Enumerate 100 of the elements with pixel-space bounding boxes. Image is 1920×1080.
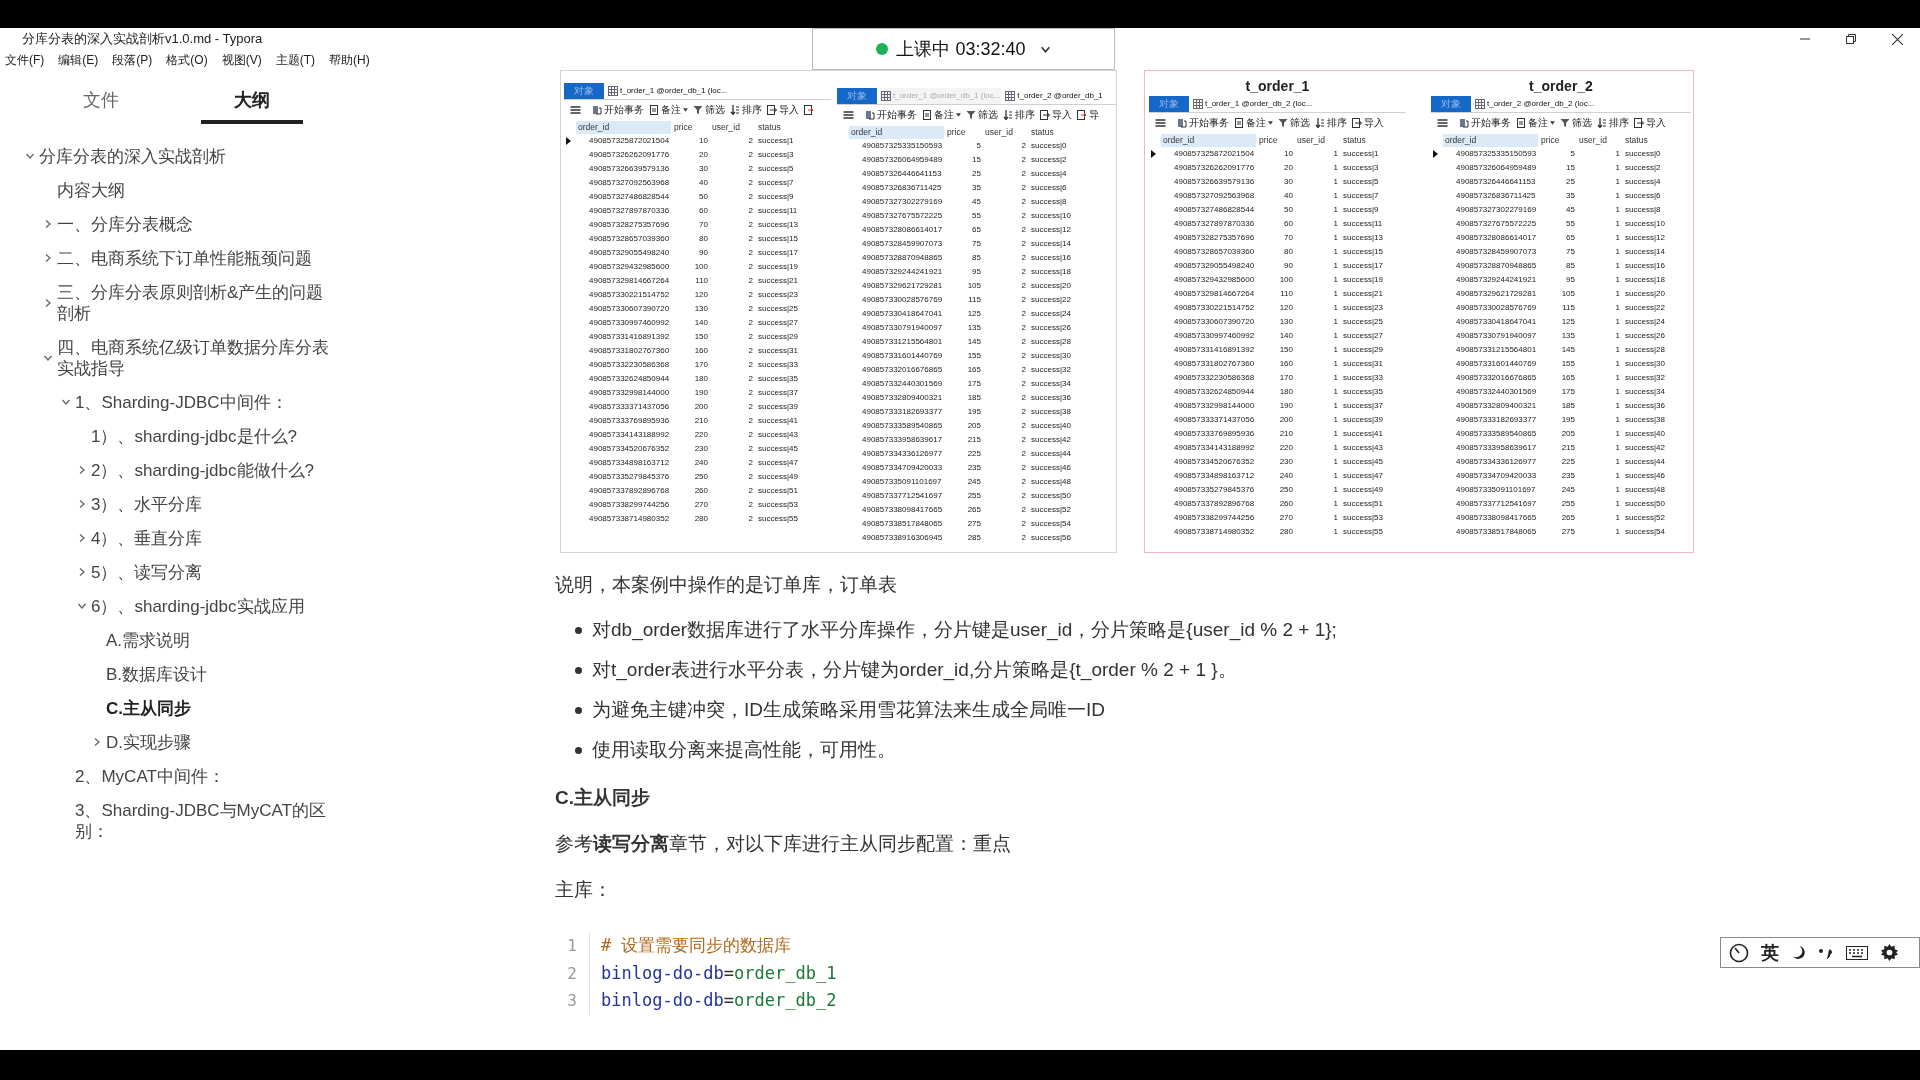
table-cell-text: success|53 <box>1342 513 1383 523</box>
sidebar-tab[interactable]: 大纲 <box>233 88 270 112</box>
chevron-right-icon[interactable] <box>77 533 87 543</box>
outline-item[interactable]: B.数据库设计 <box>106 663 208 685</box>
sidebar-tab[interactable]: 文件 <box>82 88 119 112</box>
gauge-icon[interactable] <box>1729 942 1749 963</box>
table-tab[interactable]: t_order_2 @order_db_2 (loc... <box>1474 96 1596 112</box>
table-tab[interactable]: t_order_1 @order_db_2 (loc... <box>1192 96 1314 112</box>
outline-item[interactable]: C.主从同步 <box>106 697 191 719</box>
chevron-right-icon[interactable] <box>43 297 53 308</box>
menu-item[interactable]: 格式(O) <box>166 52 208 68</box>
outline-item[interactable]: 4）、垂直分库 <box>91 527 203 549</box>
table-cell-text: success|52 <box>1030 505 1071 515</box>
column-header[interactable]: user_id <box>708 120 753 134</box>
toolbar-button[interactable] <box>804 105 814 115</box>
chevron-down-icon[interactable] <box>61 397 71 407</box>
table-tab[interactable]: t_order_1 @order_db_1 (loc... <box>607 83 729 99</box>
menu-item[interactable]: 编辑(E) <box>58 52 99 68</box>
column-header[interactable]: user_id <box>1293 133 1338 147</box>
chevron-right-icon[interactable] <box>92 737 102 747</box>
column-header[interactable]: order_id <box>1443 133 1538 147</box>
outline-item[interactable]: 2、MyCAT中间件： <box>75 765 225 787</box>
column-header[interactable]: order_id <box>576 120 671 134</box>
outline-item[interactable]: 3、Sharding-JDBC与MyCAT的区别： <box>75 799 334 842</box>
toolbar-button[interactable]: 备注 <box>1516 117 1555 129</box>
toolbar-button[interactable]: 导入 <box>1352 117 1384 129</box>
toolbar-button[interactable]: 开始事务 <box>592 104 644 116</box>
toolbar-button[interactable]: 导入 <box>1634 117 1666 129</box>
outline-item[interactable]: 1、Sharding-JDBC中间件： <box>75 391 288 413</box>
outline-item[interactable]: 6）、sharding-jdbc实战应用 <box>91 595 305 617</box>
column-header[interactable]: price <box>944 125 981 139</box>
chevron-right-icon[interactable] <box>77 567 87 577</box>
outline-item[interactable]: 二、电商系统下订单性能瓶颈问题 <box>57 247 312 269</box>
outline-item[interactable]: 2）、sharding-jdbc能做什么? <box>91 459 314 481</box>
column-header[interactable]: status <box>1620 133 1648 147</box>
menu-icon[interactable] <box>570 105 581 115</box>
table-cell-text: 205 <box>966 421 981 431</box>
menu-icon[interactable] <box>843 110 854 120</box>
toolbar-button[interactable]: 导 <box>1077 109 1099 121</box>
column-header[interactable]: price <box>671 120 708 134</box>
column-header[interactable]: order_id <box>849 125 944 139</box>
chevron-right-icon[interactable] <box>77 465 87 475</box>
outline-item[interactable]: 四、电商系统亿级订单数据分库分表实战指导 <box>57 336 334 379</box>
table-cell-text: success|45 <box>1342 457 1383 467</box>
settings-icon[interactable] <box>1880 943 1899 962</box>
table-cell-text: 50 <box>698 192 708 202</box>
toolbar-button[interactable]: 筛选 <box>1560 117 1592 129</box>
table-cell-text: 2 <box>747 514 753 524</box>
toolbar-button[interactable]: 开始事务 <box>1459 117 1511 129</box>
table-tab[interactable]: t_order_2 @order_db_1 <box>1004 88 1104 104</box>
menu-icon[interactable] <box>1155 118 1166 128</box>
outline-item[interactable]: 内容大纲 <box>57 179 125 201</box>
toolbar-button[interactable]: 导入 <box>767 104 799 116</box>
chevron-right-icon[interactable] <box>77 499 87 509</box>
column-header[interactable]: user_id <box>1575 133 1620 147</box>
chevron-down-icon[interactable] <box>25 151 35 161</box>
menu-item[interactable]: 段落(P) <box>112 52 153 68</box>
toolbar-button[interactable]: 开始事务 <box>865 109 917 121</box>
toolbar-button[interactable]: 备注 <box>922 109 961 121</box>
toolbar-button[interactable]: 排序 <box>1003 109 1035 121</box>
chevron-right-icon[interactable] <box>43 219 53 229</box>
outline-item[interactable]: 分库分表的深入实战剖析 <box>39 145 226 167</box>
input-mode-button[interactable]: 英 <box>1761 942 1779 963</box>
outline-item[interactable]: 三、分库分表原则剖析&产生的问题剖析 <box>57 281 334 324</box>
toolbar-button[interactable]: 备注 <box>1234 117 1273 129</box>
toolbar-button[interactable]: 排序 <box>1597 117 1629 129</box>
menu-icon[interactable] <box>1437 118 1448 128</box>
toolbar-button[interactable]: 筛选 <box>693 104 725 116</box>
column-header[interactable]: status <box>1338 133 1366 147</box>
toolbar-button[interactable]: 筛选 <box>966 109 998 121</box>
outline-item[interactable]: 1）、sharding-jdbc是什么? <box>91 425 297 447</box>
column-header[interactable]: user_id <box>981 125 1026 139</box>
table-cell-text: 170 <box>1278 373 1293 383</box>
column-header[interactable]: order_id <box>1161 133 1256 147</box>
chevron-right-icon[interactable] <box>43 253 53 263</box>
toolbar-button[interactable]: 导入 <box>1040 109 1072 121</box>
outline-item[interactable]: 一、分库分表概念 <box>57 213 193 235</box>
keyboard-icon[interactable] <box>1846 945 1868 960</box>
toolbar-button[interactable]: 排序 <box>730 104 762 116</box>
menu-item[interactable]: 帮助(H) <box>329 52 370 68</box>
column-header[interactable]: status <box>1026 125 1054 139</box>
toolbar-button[interactable]: 备注 <box>649 104 688 116</box>
outline-item[interactable]: 3）、水平分库 <box>91 493 203 515</box>
table-cell-text: 1 <box>1332 233 1338 243</box>
chevron-down-icon[interactable] <box>77 601 87 611</box>
moon-icon[interactable] <box>1791 945 1806 960</box>
toolbar-button[interactable]: 筛选 <box>1278 117 1310 129</box>
outline-item[interactable]: A.需求说明 <box>106 629 191 651</box>
column-header[interactable]: price <box>1538 133 1575 147</box>
toolbar-button[interactable]: 排序 <box>1315 117 1347 129</box>
outline-item[interactable]: 5）、读写分离 <box>91 561 203 583</box>
menu-item[interactable]: 文件(F) <box>5 52 45 68</box>
column-header[interactable]: price <box>1256 133 1293 147</box>
table-title: t_order_1 <box>1245 78 1310 94</box>
menu-item[interactable]: 主题(T) <box>275 52 315 68</box>
table-cell-text: success|11 <box>1342 219 1383 229</box>
outline-item[interactable]: D.实现步骤 <box>106 731 191 753</box>
menu-item[interactable]: 视图(V) <box>221 52 262 68</box>
column-header[interactable]: status <box>753 120 781 134</box>
toolbar-button[interactable]: 开始事务 <box>1177 117 1229 129</box>
